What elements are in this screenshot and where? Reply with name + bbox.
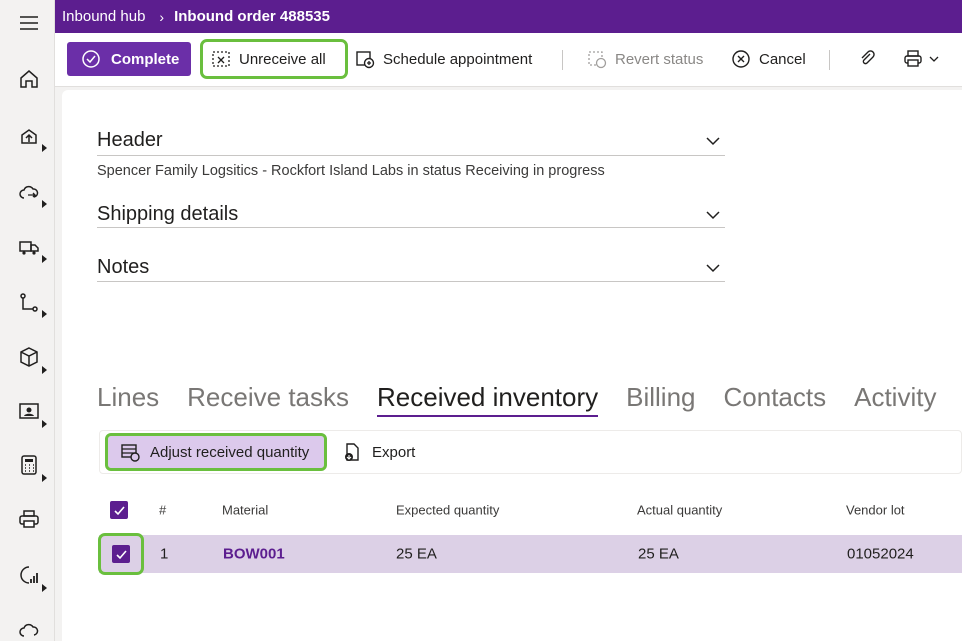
complete-button-label: Complete <box>111 50 180 68</box>
expand-caret-icon[interactable] <box>42 144 47 152</box>
tab-receive-tasks[interactable]: Receive tasks <box>187 382 349 417</box>
check-circle-icon <box>82 50 100 68</box>
main-content: Header Spencer Family Logsitics - Rockfo… <box>62 90 962 641</box>
contact-card-icon[interactable] <box>16 398 42 424</box>
chevron-down-icon <box>929 56 939 62</box>
adjust-quantity-icon <box>121 444 140 462</box>
schedule-appointment-label: Schedule appointment <box>383 50 533 68</box>
shipping-details-title: Shipping details <box>97 203 239 225</box>
printer-icon[interactable] <box>16 506 42 532</box>
column-header-vendor-lot[interactable]: Vendor lot <box>846 503 905 518</box>
unreceive-all-button[interactable]: Unreceive all <box>200 39 348 79</box>
row-select-checkbox[interactable] <box>98 533 144 575</box>
column-header-number[interactable]: # <box>159 503 166 518</box>
cloud-transfer-icon[interactable] <box>16 180 42 206</box>
attach-button[interactable] <box>857 42 877 76</box>
unreceive-all-label: Unreceive all <box>239 50 326 68</box>
expand-caret-icon[interactable] <box>42 310 47 318</box>
export-label: Export <box>372 443 416 461</box>
breadcrumb-parent-link[interactable]: Inbound hub <box>62 8 145 25</box>
adjust-received-quantity-label: Adjust received quantity <box>150 443 310 461</box>
export-button[interactable]: Export <box>342 436 415 468</box>
unreceive-icon <box>212 51 230 67</box>
table-row[interactable]: 1 BOW001 25 EA 25 EA 01052024 <box>98 533 962 575</box>
revert-status-label: Revert status <box>615 50 704 68</box>
package-icon[interactable] <box>16 344 42 370</box>
table-header: # Material Expected quantity Actual quan… <box>99 493 962 527</box>
vendor-lot-value: 01052024 <box>847 545 914 563</box>
tab-activity[interactable]: Activity <box>854 382 936 417</box>
material-link[interactable]: BOW001 <box>223 546 285 563</box>
revert-icon <box>588 51 607 69</box>
column-header-expected-quantity[interactable]: Expected quantity <box>396 503 499 518</box>
grid-toolbar: Adjust received quantity Export <box>99 430 962 474</box>
expand-caret-icon[interactable] <box>42 366 47 374</box>
toolbar-divider <box>562 50 563 70</box>
row-number: 1 <box>160 545 169 563</box>
cancel-label: Cancel <box>759 50 806 68</box>
flow-branch-icon[interactable] <box>16 290 42 316</box>
chevron-down-icon <box>706 136 720 145</box>
expand-caret-icon[interactable] <box>42 255 47 263</box>
notes-section-title: Notes <box>97 256 150 278</box>
cloud-sync-icon[interactable] <box>16 618 42 641</box>
header-section-toggle[interactable]: Header <box>97 126 725 156</box>
home-icon[interactable] <box>16 66 42 92</box>
analytics-icon[interactable] <box>16 562 42 588</box>
tab-received-inventory[interactable]: Received inventory <box>377 382 599 417</box>
export-icon <box>345 443 359 461</box>
left-nav-rail <box>0 0 55 641</box>
actual-quantity-value: 25 EA <box>638 545 679 563</box>
expand-caret-icon[interactable] <box>42 584 47 592</box>
page-title: Inbound order 488535 <box>174 8 330 25</box>
column-header-material[interactable]: Material <box>222 503 268 518</box>
calculator-icon[interactable] <box>16 452 42 478</box>
cancel-button[interactable]: Cancel <box>731 42 806 76</box>
adjust-received-quantity-button[interactable]: Adjust received quantity <box>105 433 327 471</box>
toolbar-divider <box>829 50 830 70</box>
expand-caret-icon[interactable] <box>42 200 47 208</box>
checkmark-icon <box>113 505 125 515</box>
tab-bar: Lines Receive tasks Received inventory B… <box>97 382 936 417</box>
upload-box-icon[interactable] <box>16 124 42 150</box>
truck-icon[interactable] <box>16 234 42 260</box>
breadcrumb: Inbound hub › Inbound order 488535 <box>55 0 962 33</box>
cancel-circle-icon <box>732 50 750 68</box>
tab-billing[interactable]: Billing <box>626 382 695 417</box>
chevron-right-icon: › <box>159 8 165 25</box>
print-menu-button[interactable] <box>903 42 939 76</box>
complete-button[interactable]: Complete <box>67 42 191 76</box>
printer-icon <box>904 50 922 67</box>
tab-contacts[interactable]: Contacts <box>724 382 827 417</box>
shipping-details-section-toggle[interactable]: Shipping details <box>97 202 725 228</box>
expand-caret-icon[interactable] <box>42 420 47 428</box>
schedule-appointment-button[interactable]: Schedule appointment <box>355 42 532 76</box>
calendar-add-icon <box>356 51 375 69</box>
checkbox-checked <box>112 545 130 563</box>
expected-quantity-value: 25 EA <box>396 545 437 563</box>
column-header-actual-quantity[interactable]: Actual quantity <box>637 503 722 518</box>
notes-section-toggle[interactable]: Notes <box>97 254 725 282</box>
chevron-down-icon <box>706 210 720 219</box>
expand-caret-icon[interactable] <box>42 474 47 482</box>
hamburger-menu-icon[interactable] <box>16 10 42 36</box>
select-all-checkbox[interactable] <box>110 501 128 519</box>
tab-lines[interactable]: Lines <box>97 382 159 417</box>
header-section-title: Header <box>97 129 163 151</box>
action-bar: Complete Unreceive all Schedule appointm… <box>55 33 962 87</box>
revert-status-button[interactable]: Revert status <box>587 42 703 76</box>
chevron-down-icon <box>706 263 720 272</box>
checkbox-checked <box>110 501 128 519</box>
paperclip-icon <box>861 50 875 65</box>
checkmark-icon <box>115 549 127 559</box>
header-summary: Spencer Family Logsitics - Rockfort Isla… <box>97 163 605 179</box>
